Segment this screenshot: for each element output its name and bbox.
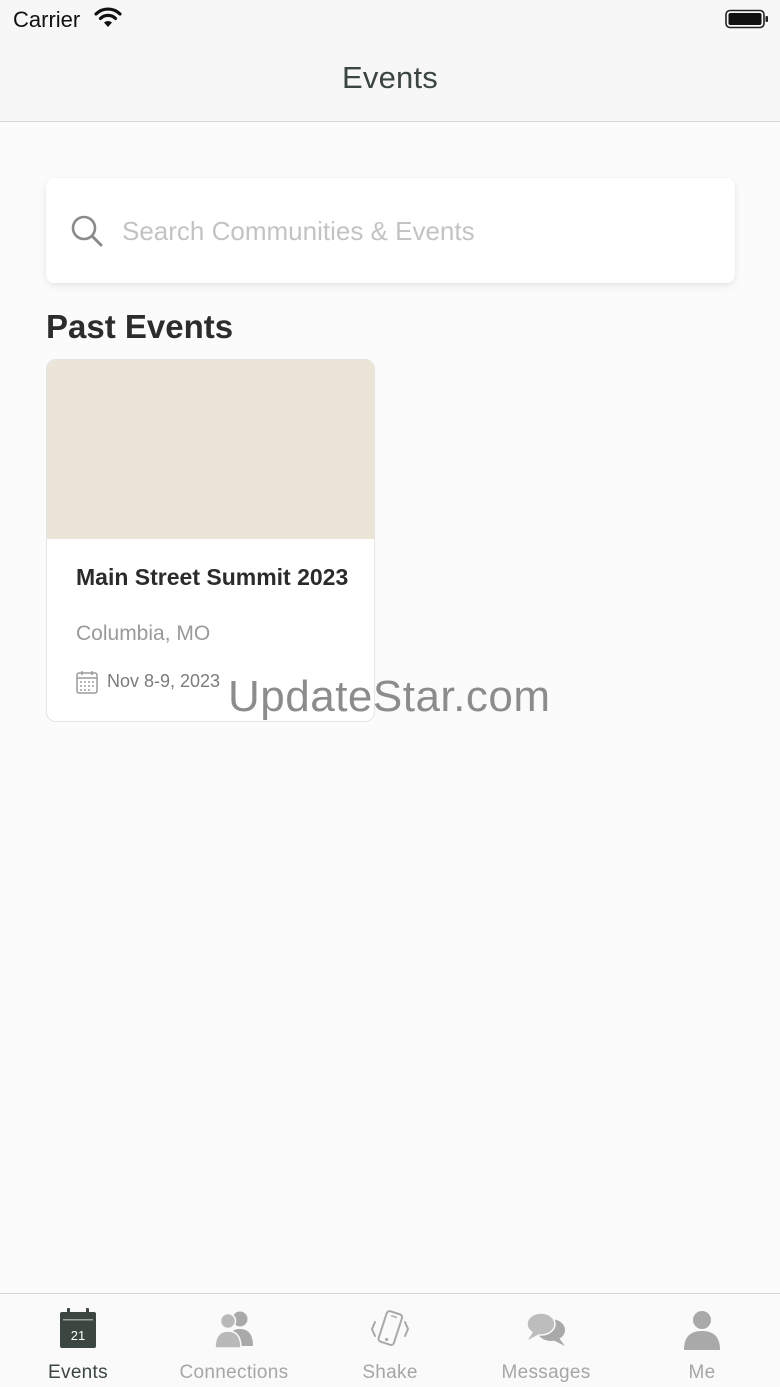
tab-me[interactable]: Me (624, 1294, 780, 1387)
event-image (47, 360, 374, 539)
carrier-label: Carrier (13, 7, 81, 32)
calendar-icon (76, 671, 98, 694)
tab-label: Connections (179, 1362, 289, 1383)
tab-connections[interactable]: Connections (156, 1294, 312, 1387)
event-date: Nov 8-9, 2023 (107, 671, 221, 691)
tab-events[interactable]: 21 Events (0, 1294, 156, 1387)
tab-bar: 21 Events Connections Shake Messages Me (0, 1293, 780, 1387)
past-events-heading: Past Events (46, 308, 234, 345)
tab-shake[interactable]: Shake (312, 1294, 468, 1387)
tab-messages[interactable]: Messages (468, 1294, 624, 1387)
tab-label: Me (688, 1362, 716, 1383)
tab-label: Shake (362, 1362, 418, 1383)
event-card[interactable]: Main Street Summit 2023 Columbia, MO Nov… (46, 359, 375, 722)
tab-label: Messages (501, 1362, 591, 1383)
shake-phone-icon (370, 1310, 410, 1346)
calendar-day-number: 21 (71, 1328, 85, 1343)
battery-icon (725, 9, 768, 29)
calendar-icon: 21 (60, 1308, 96, 1348)
events-screen: Events Carrier Past Events Main Street S… (0, 0, 780, 1387)
search-bar[interactable] (46, 178, 735, 283)
event-location: Columbia, MO (76, 622, 211, 645)
page-title: Events (342, 60, 438, 95)
tab-label: Events (48, 1362, 108, 1383)
search-input[interactable] (122, 208, 702, 254)
status-bar: Carrier (0, 0, 780, 40)
event-title: Main Street Summit 2023 (76, 564, 349, 590)
person-icon (684, 1311, 720, 1350)
chat-bubbles-icon (526, 1312, 565, 1346)
wifi-icon (94, 7, 122, 27)
search-icon (71, 215, 103, 247)
people-icon (214, 1311, 253, 1349)
